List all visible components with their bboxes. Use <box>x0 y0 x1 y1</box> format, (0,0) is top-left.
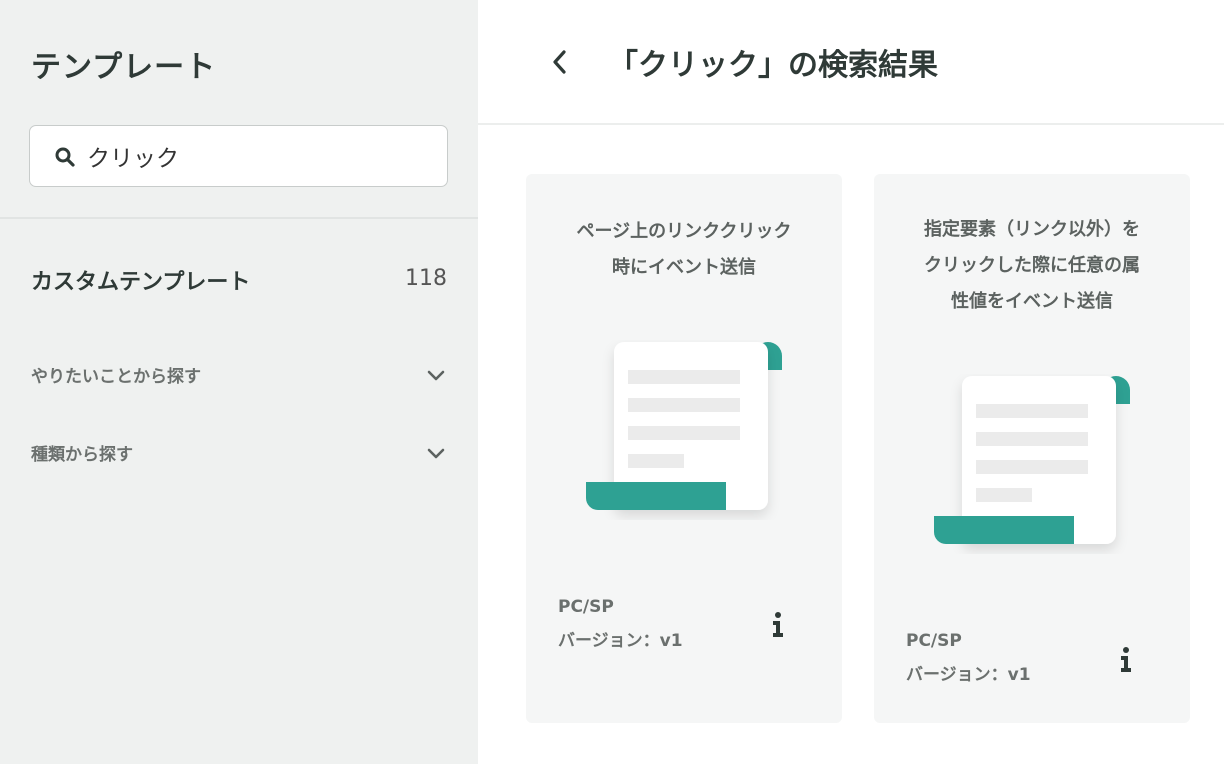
info-icon[interactable] <box>770 611 786 639</box>
search-icon <box>55 147 75 167</box>
search-input[interactable] <box>87 126 427 186</box>
document-illustration <box>934 376 1130 544</box>
sidebar-divider <box>0 217 478 219</box>
template-card[interactable]: 指定要素（リンク以外）を クリックした際に任意の属 性値をイベント送信 PC/S… <box>874 174 1190 723</box>
back-icon[interactable] <box>548 46 572 78</box>
card-meta: PC/SP バージョン：v1 <box>558 590 683 658</box>
card-platform: PC/SP <box>906 631 962 651</box>
card-title-line: 時にイベント送信 <box>612 257 756 278</box>
accordion-by-type[interactable]: 種類から探す <box>31 438 447 470</box>
results-header: 「クリック」の検索結果 <box>478 0 1224 125</box>
card-title-line: ページ上のリンククリック <box>576 221 792 242</box>
card-meta: PC/SP バージョン：v1 <box>906 624 1031 692</box>
info-icon[interactable] <box>1118 646 1134 674</box>
card-title-line: クリックした際に任意の属 <box>924 255 1140 276</box>
accordion-label: 種類から探す <box>31 445 133 465</box>
card-version: バージョン：v1 <box>906 665 1031 685</box>
card-title: 指定要素（リンク以外）を クリックした際に任意の属 性値をイベント送信 <box>894 212 1170 320</box>
custom-templates-count: 118 <box>405 266 447 291</box>
custom-templates-item[interactable]: カスタムテンプレート 118 <box>31 264 447 300</box>
card-title-line: 性値をイベント送信 <box>951 291 1113 312</box>
accordion-label: やりたいことから探す <box>31 367 201 387</box>
sidebar: テンプレート カスタムテンプレート 118 やりたいことから探す 種類から探す <box>0 0 478 764</box>
accordion-by-purpose[interactable]: やりたいことから探す <box>31 360 447 392</box>
sidebar-title: テンプレート <box>31 50 217 85</box>
page-title: 「クリック」の検索結果 <box>608 48 938 83</box>
chevron-down-icon[interactable] <box>425 364 447 386</box>
document-illustration <box>586 342 782 510</box>
card-title: ページ上のリンククリック 時にイベント送信 <box>546 214 822 286</box>
template-card[interactable]: ページ上のリンククリック 時にイベント送信 PC/SP バージョン：v1 <box>526 174 842 723</box>
card-title-line: 指定要素（リンク以外）を <box>924 219 1140 240</box>
card-version: バージョン：v1 <box>558 631 683 651</box>
chevron-down-icon[interactable] <box>425 442 447 464</box>
search-box[interactable] <box>29 125 448 187</box>
custom-templates-label: カスタムテンプレート <box>31 270 251 295</box>
card-platform: PC/SP <box>558 597 614 617</box>
